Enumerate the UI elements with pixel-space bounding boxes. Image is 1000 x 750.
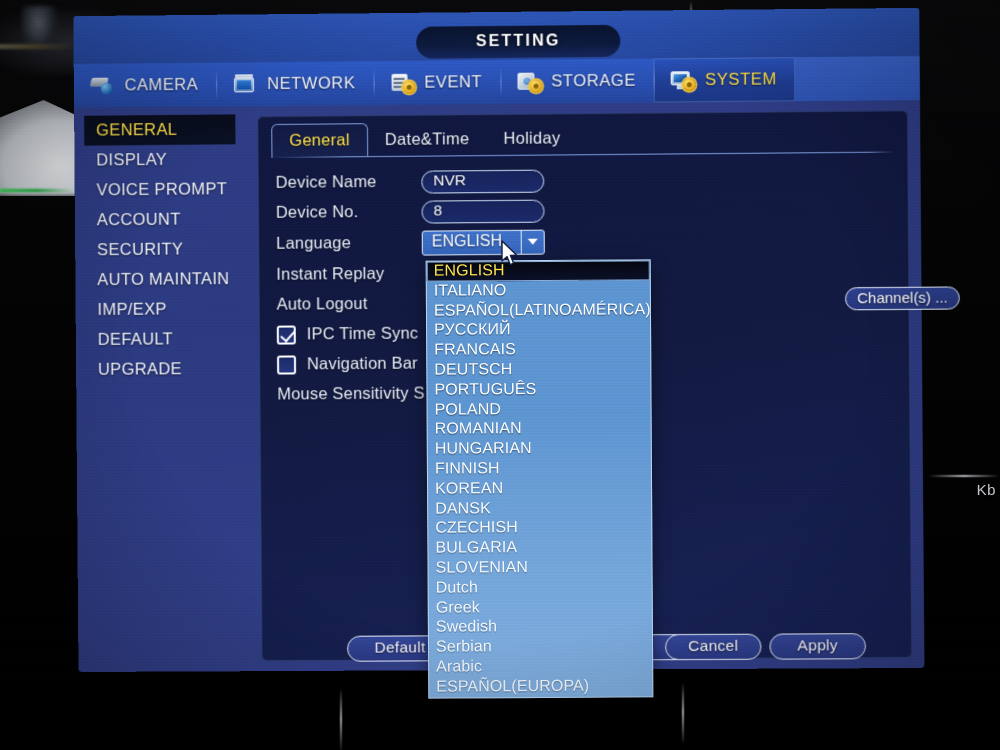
- menu-item-network-label: NETWORK: [267, 73, 356, 93]
- language-label: Language: [276, 233, 351, 253]
- sidebar: GENERAL DISPLAY VOICE PROMPT ACCOUNT SEC…: [84, 108, 256, 668]
- sidebar-item-general[interactable]: GENERAL: [84, 114, 236, 146]
- language-option[interactable]: Swedish: [429, 617, 652, 638]
- main-menu-bar: CAMERA NETWORK EVENT STORAGE SYSTEM: [73, 55, 920, 108]
- background-edge-text: Kb: [976, 482, 996, 499]
- ipc-time-sync-checkbox[interactable]: [276, 325, 296, 345]
- page-title: SETTING: [475, 32, 561, 51]
- sidebar-item-display[interactable]: DISPLAY: [84, 144, 251, 175]
- language-dropdown-list[interactable]: ENGLISH ITALIANO ESPAÑOL(LATINOAMÉRICA) РУС…: [425, 259, 654, 699]
- network-icon: [232, 73, 258, 95]
- background-green-light-line: [0, 189, 75, 192]
- sidebar-item-label: VOICE PROMPT: [96, 179, 228, 199]
- monitor-photo: Kb SETTING CAMERA NETWORK EVENT STORAGE …: [0, 0, 1000, 750]
- tab-date-time[interactable]: Date&Time: [368, 122, 487, 157]
- system-icon: [670, 69, 697, 92]
- tab-bar: General Date&Time Holiday: [271, 121, 577, 158]
- sidebar-item-label: IMP/EXP: [97, 300, 167, 319]
- chevron-down-icon[interactable]: [520, 230, 544, 254]
- ipc-time-sync-label: IPC Time Sync: [306, 324, 419, 343]
- menu-item-camera-label: CAMERA: [124, 75, 199, 94]
- tab-general[interactable]: General: [271, 123, 369, 158]
- language-option[interactable]: ROMANIAN: [428, 419, 651, 440]
- language-option[interactable]: ESPAÑOL(LATINOAMÉRICA): [427, 300, 651, 321]
- apply-button[interactable]: Apply: [769, 633, 867, 660]
- navigation-bar-checkbox[interactable]: [277, 354, 297, 375]
- menu-item-system[interactable]: SYSTEM: [653, 57, 796, 103]
- sidebar-item-label: DISPLAY: [96, 150, 168, 169]
- navigation-bar-label: Navigation Bar: [306, 354, 418, 373]
- sidebar-item-label: SECURITY: [96, 240, 184, 259]
- sidebar-item-label: AUTO MAINTAIN: [97, 269, 230, 289]
- storage-icon: [516, 71, 543, 93]
- sidebar-item-label: ACCOUNT: [96, 210, 181, 229]
- language-option[interactable]: CZECHISH: [428, 518, 651, 539]
- language-option[interactable]: DEUTSCH: [427, 359, 650, 380]
- menu-item-event-label: EVENT: [424, 72, 483, 92]
- sidebar-item-voice-prompt[interactable]: VOICE PROMPT: [85, 174, 252, 205]
- sidebar-item-security[interactable]: SECURITY: [85, 234, 252, 265]
- device-no-input[interactable]: 8: [421, 199, 545, 224]
- sidebar-item-account[interactable]: ACCOUNT: [85, 204, 252, 235]
- menu-item-camera[interactable]: CAMERA: [74, 63, 217, 108]
- background-vertical-line-left: [340, 688, 342, 750]
- device-name-label: Device Name: [275, 172, 377, 192]
- auto-logout-label: Auto Logout: [276, 294, 368, 314]
- language-option[interactable]: DANSK: [428, 498, 651, 519]
- language-option[interactable]: ENGLISH: [426, 260, 650, 282]
- channels-button[interactable]: Channel(s) ...: [845, 286, 960, 311]
- language-select[interactable]: ENGLISH: [421, 229, 545, 256]
- sidebar-item-label: UPGRADE: [97, 359, 182, 379]
- menu-bar-filler: [794, 55, 920, 102]
- sidebar-item-upgrade[interactable]: UPGRADE: [86, 354, 253, 385]
- language-option[interactable]: ESPAÑOL(EUROPA): [429, 676, 652, 697]
- mouse-sensitivity-label: Mouse Sensitivity S: [277, 384, 425, 404]
- language-option[interactable]: Dutch: [429, 577, 652, 598]
- menu-item-network[interactable]: NETWORK: [216, 61, 373, 106]
- menu-item-storage[interactable]: STORAGE: [500, 59, 654, 104]
- language-option[interactable]: Serbian: [429, 636, 652, 657]
- device-name-input[interactable]: NVR: [421, 169, 545, 194]
- language-option[interactable]: РУССКИЙ: [427, 320, 650, 341]
- background-horizontal-line: [928, 475, 1000, 477]
- sidebar-item-default[interactable]: DEFAULT: [86, 324, 253, 355]
- tab-general-label: General: [289, 131, 350, 150]
- tab-date-time-label: Date&Time: [384, 129, 470, 149]
- language-option[interactable]: FINNISH: [428, 458, 651, 479]
- event-icon: [389, 72, 416, 94]
- language-option[interactable]: HUNGARIAN: [428, 438, 651, 459]
- language-option[interactable]: ITALIANO: [427, 280, 650, 301]
- window-title-strip: SETTING: [73, 7, 920, 65]
- row-language: Language ENGLISH: [276, 223, 891, 260]
- language-option[interactable]: FRANCAIS: [427, 340, 650, 361]
- language-select-value: ENGLISH: [431, 232, 503, 251]
- menu-item-event[interactable]: EVENT: [373, 60, 500, 105]
- tab-holiday[interactable]: Holiday: [486, 121, 577, 156]
- window-title-pill: SETTING: [416, 24, 621, 59]
- menu-item-system-label: SYSTEM: [705, 69, 777, 89]
- background-vertical-line-right: [682, 682, 684, 742]
- language-option[interactable]: KOREAN: [428, 478, 651, 499]
- menu-item-storage-label: STORAGE: [551, 71, 637, 90]
- language-option[interactable]: Greek: [429, 597, 652, 618]
- sidebar-item-imp-exp[interactable]: IMP/EXP: [85, 294, 252, 325]
- tab-holiday-label: Holiday: [503, 128, 561, 148]
- language-option[interactable]: PORTUGUÊS: [427, 379, 650, 400]
- language-option[interactable]: Arabic: [429, 656, 652, 677]
- camera-icon: [89, 75, 116, 97]
- instant-replay-label: Instant Replay: [276, 264, 385, 284]
- sidebar-item-label: DEFAULT: [97, 329, 174, 349]
- cancel-button[interactable]: Cancel: [665, 633, 762, 661]
- sidebar-item-auto-maintain[interactable]: AUTO MAINTAIN: [85, 264, 252, 295]
- device-no-label: Device No.: [275, 202, 359, 222]
- language-option[interactable]: SLOVENIAN: [428, 557, 651, 578]
- sidebar-item-label: GENERAL: [96, 120, 178, 140]
- language-option[interactable]: POLAND: [428, 399, 651, 420]
- background-shelf-edge: [0, 44, 75, 49]
- language-option[interactable]: BULGARIA: [428, 537, 651, 558]
